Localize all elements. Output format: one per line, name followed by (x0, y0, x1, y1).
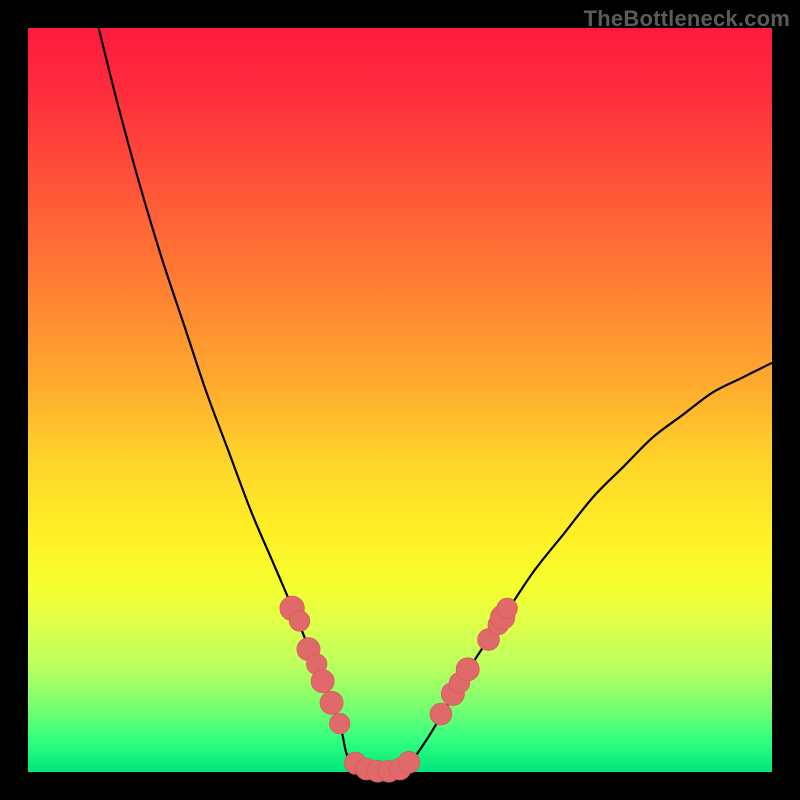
data-point (320, 691, 343, 714)
data-point (311, 670, 334, 693)
data-point (456, 658, 479, 681)
curve-layer (99, 28, 772, 772)
plot-area (28, 28, 772, 772)
chart-svg (28, 28, 772, 772)
data-point (398, 751, 420, 773)
data-point (289, 611, 309, 631)
chart-frame: TheBottleneck.com (0, 0, 800, 800)
bottleneck-curve (99, 28, 772, 772)
dots-layer (280, 596, 517, 782)
data-point (497, 598, 517, 618)
data-point (430, 703, 452, 725)
watermark-text: TheBottleneck.com (584, 6, 790, 32)
data-point (330, 713, 350, 733)
